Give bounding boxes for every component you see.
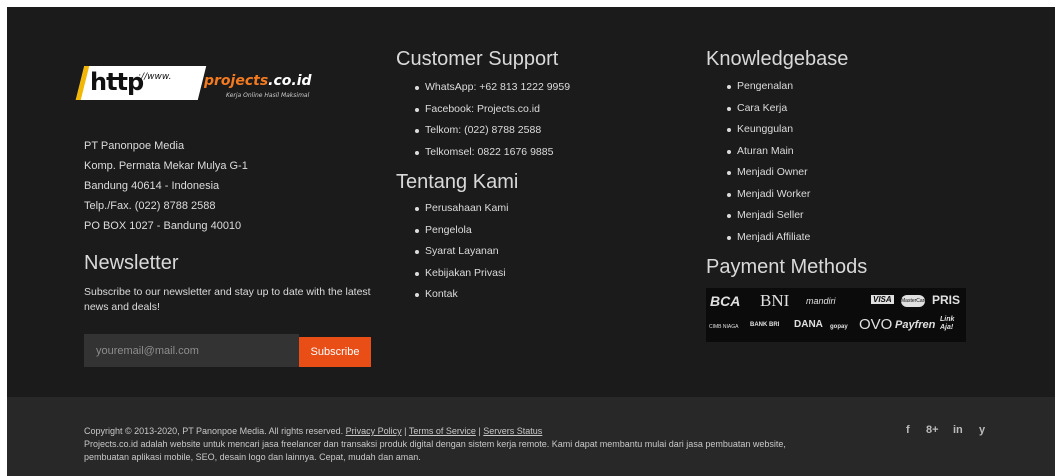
payment-logo-bca: BCA	[710, 293, 741, 309]
kb-item-menjadi-seller[interactable]: Menjadi Seller	[727, 205, 810, 227]
kb-item-menjadi-owner[interactable]: Menjadi Owner	[727, 162, 810, 184]
payment-logo-bri: BANK BRI	[750, 322, 780, 328]
customer-support-heading: Customer Support	[396, 48, 559, 70]
copyright-text: Copyright © 2013-2020, PT Panonpoe Media…	[84, 426, 344, 436]
company-address: PT Panonpoe Media Komp. Permata Mekar Mu…	[84, 136, 248, 236]
support-item-telkom[interactable]: Telkom: (022) 8788 2588	[415, 120, 570, 142]
about-heading: Tentang Kami	[396, 171, 519, 193]
logo-tagline: Kerja Online Hasil Maksimal	[226, 92, 310, 99]
kb-item-menjadi-worker[interactable]: Menjadi Worker	[727, 184, 810, 206]
payment-heading: Payment Methods	[706, 256, 868, 278]
payment-logo-mastercard: MasterCard	[901, 295, 925, 307]
payment-logo-dana: DANA	[794, 319, 823, 330]
servers-status-link[interactable]: Servers Status	[483, 426, 542, 436]
logo-brand-name: projects	[204, 73, 269, 89]
site-description: Projects.co.id adalah website untuk menc…	[84, 439, 786, 462]
twitter-icon[interactable]: y	[979, 424, 985, 436]
payment-logos: BCA BNI mandiri VISA MasterCard PRIS CIM…	[706, 288, 966, 342]
about-item-kontak[interactable]: Kontak	[415, 284, 508, 306]
address-phone: Telp./Fax. (022) 8788 2588	[84, 200, 216, 212]
payment-logo-bni: BNI	[760, 291, 790, 310]
support-item-whatsapp[interactable]: WhatsApp: +62 813 1222 9959	[415, 77, 570, 99]
terms-of-service-link[interactable]: Terms of Service	[409, 426, 476, 436]
google-plus-icon[interactable]: 8+	[926, 424, 939, 436]
logo-http-text: http	[90, 68, 144, 96]
support-item-facebook[interactable]: Facebook: Projects.co.id	[415, 99, 570, 121]
newsletter-heading: Newsletter	[84, 252, 179, 274]
address-street: Komp. Permata Mekar Mulya G-1	[84, 160, 248, 172]
payment-logo-payfren: Payfren	[895, 319, 936, 331]
facebook-icon[interactable]: f	[906, 424, 910, 436]
address-company: PT Panonpoe Media	[84, 140, 185, 152]
customer-support-list: WhatsApp: +62 813 1222 9959 Facebook: Pr…	[415, 77, 570, 163]
knowledgebase-heading: Knowledgebase	[706, 48, 849, 70]
about-item-pengelola[interactable]: Pengelola	[415, 220, 508, 242]
link-separator: |	[478, 426, 481, 436]
kb-item-pengenalan[interactable]: Pengenalan	[727, 76, 810, 98]
kb-item-cara-kerja[interactable]: Cara Kerja	[727, 98, 810, 120]
copyright-line: Copyright © 2013-2020, PT Panonpoe Media…	[84, 425, 804, 438]
site-logo[interactable]: http ://www. projects.co.id Kerja Online…	[75, 60, 312, 106]
kb-item-keunggulan[interactable]: Keunggulan	[727, 119, 810, 141]
about-list: Perusahaan Kami Pengelola Syarat Layanan…	[415, 198, 508, 306]
page: http ://www. projects.co.id Kerja Online…	[0, 0, 1061, 476]
payment-logo-pris: PRIS	[932, 293, 961, 307]
knowledgebase-list: Pengenalan Cara Kerja Keunggulan Aturan …	[727, 76, 810, 248]
about-item-syarat[interactable]: Syarat Layanan	[415, 241, 508, 263]
linkedin-icon[interactable]: in	[953, 424, 963, 436]
about-item-kebijakan[interactable]: Kebijakan Privasi	[415, 263, 508, 285]
support-item-telkomsel[interactable]: Telkomsel: 0822 1676 9885	[415, 142, 570, 164]
subscribe-button[interactable]: Subscribe	[299, 337, 371, 367]
link-separator: |	[404, 426, 407, 436]
about-item-perusahaan[interactable]: Perusahaan Kami	[415, 198, 508, 220]
kb-item-menjadi-affiliate[interactable]: Menjadi Affiliate	[727, 227, 810, 249]
footer-copyright: Copyright © 2013-2020, PT Panonpoe Media…	[84, 425, 804, 464]
newsletter-email-input[interactable]	[84, 334, 299, 367]
kb-item-aturan-main[interactable]: Aturan Main	[727, 141, 810, 163]
privacy-policy-link[interactable]: Privacy Policy	[346, 426, 402, 436]
payment-logo-mandiri: mandiri	[806, 296, 836, 306]
payment-logo-ovo: OVO	[859, 316, 893, 333]
logo-brand-tld: .co.id	[268, 73, 312, 89]
payment-logo-linkaja: Link Aja!	[940, 316, 955, 331]
logo-www-text: ://www.	[138, 72, 172, 82]
payment-logo-gopay: gopay	[830, 324, 848, 330]
newsletter-description: Subscribe to our newsletter and stay up …	[84, 286, 371, 313]
logo-brand-text: projects.co.id	[204, 73, 312, 89]
payment-logo-cimb: CIMB NIAGA	[709, 324, 739, 330]
payment-logo-visa: VISA	[871, 295, 894, 304]
address-city: Bandung 40614 - Indonesia	[84, 180, 220, 192]
address-pobox: PO BOX 1027 - Bandung 40010	[84, 220, 242, 232]
